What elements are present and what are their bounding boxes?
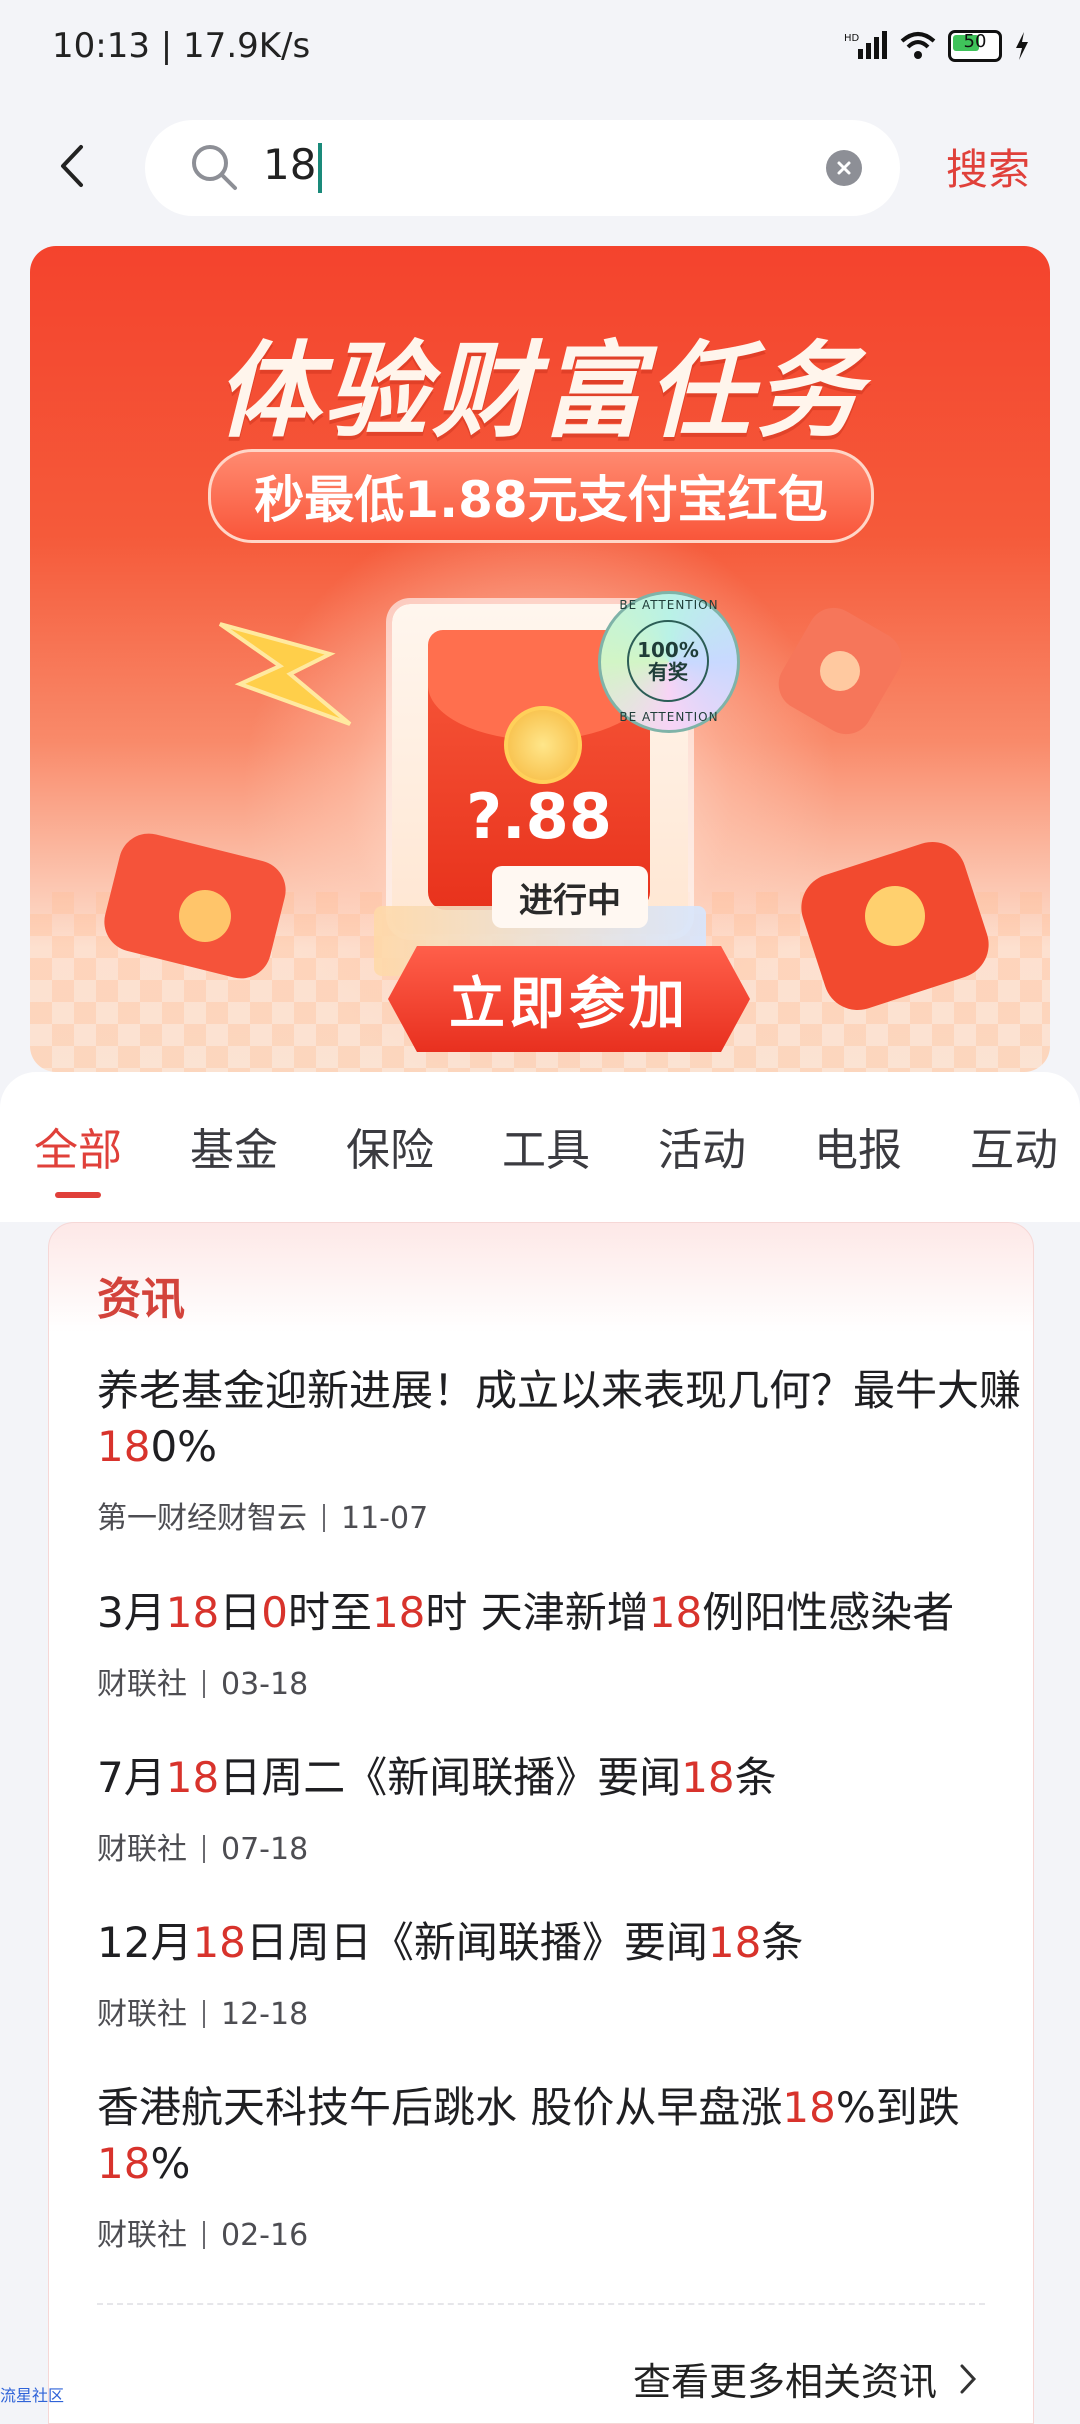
search-icon <box>192 145 237 190</box>
envelope-amount: ?.88 <box>466 780 612 853</box>
tab-activity[interactable]: 活动 <box>658 1114 746 1178</box>
prize-stamp: BE ATTENTION 100% 有奖 BE ATTENTION <box>598 591 740 733</box>
search-input[interactable]: 18 <box>145 120 900 216</box>
wifi-icon <box>900 32 936 59</box>
news-item[interactable]: 养老基金迎新进展！成立以来表现几何？最牛大赚180% 第一财经财智云 11-07 <box>97 1363 1027 1537</box>
news-title: 养老基金迎新进展！成立以来表现几何？最牛大赚180% <box>97 1366 1022 1471</box>
promo-banner[interactable]: 体验财富任务 秒最低1.88元支付宝红包 ?.88 进行中 BE ATTENTI… <box>30 246 1050 1072</box>
search-query[interactable]: 18 <box>263 140 323 193</box>
tab-active-indicator <box>55 1192 101 1198</box>
battery-icon: 50 <box>948 30 1002 62</box>
red-envelope-deco-right <box>801 842 989 1010</box>
tab-fund[interactable]: 基金 <box>190 1114 278 1178</box>
news-item[interactable]: 7月18日周二《新闻联播》要闻18条 财联社 07-18 <box>97 1750 1027 1868</box>
news-meta: 财联社 03-18 <box>97 1667 309 1702</box>
chevron-right-icon <box>960 2364 977 2393</box>
clear-icon[interactable] <box>826 150 862 186</box>
coin-icon <box>504 706 582 784</box>
news-meta: 财联社 07-18 <box>97 1832 309 1867</box>
tab-insurance[interactable]: 保险 <box>346 1114 434 1178</box>
lightning-icon <box>218 622 352 726</box>
news-card: 资讯 养老基金迎新进展！成立以来表现几何？最牛大赚180% 第一财经财智云 11-… <box>48 1222 1034 2424</box>
more-news-link[interactable]: 查看更多相关资讯 <box>633 2351 977 2406</box>
status-time: 10:13 | 17.9K/s <box>52 26 311 66</box>
svg-text:HD: HD <box>844 33 860 44</box>
category-tabs: 全部 基金 保险 工具 活动 电报 互动 <box>0 1072 1080 1222</box>
back-button[interactable] <box>40 130 104 202</box>
watermark: 流星社区 <box>0 2386 65 2405</box>
news-title: 3月18日0时至18时 天津新增18例阳性感染者 <box>97 1588 955 1637</box>
tab-interaction[interactable]: 互动 <box>970 1114 1058 1178</box>
news-item[interactable]: 12月18日周日《新闻联播》要闻18条 财联社 12-18 <box>97 1915 1027 2033</box>
chevron-left-icon <box>61 145 83 187</box>
task-status: 进行中 <box>492 866 648 928</box>
red-envelope-deco-top-right <box>778 607 902 735</box>
banner-title: 体验财富任务 <box>215 330 864 452</box>
news-meta: 财联社 02-16 <box>97 2218 309 2253</box>
news-item[interactable]: 3月18日0时至18时 天津新增18例阳性感染者 财联社 03-18 <box>97 1585 1027 1703</box>
tab-telegraph[interactable]: 电报 <box>814 1114 902 1178</box>
tab-tools[interactable]: 工具 <box>502 1114 590 1178</box>
status-bar: 10:13 | 17.9K/s HD 50 <box>0 0 1080 100</box>
red-envelope-deco-left <box>104 833 286 979</box>
news-item[interactable]: 香港航天科技午后跳水 股价从早盘涨18%到跌18% 财联社 02-16 <box>97 2080 1027 2254</box>
news-title: 12月18日周日《新闻联播》要闻18条 <box>97 1918 804 1967</box>
news-meta: 财联社 12-18 <box>97 1997 309 2032</box>
charging-icon <box>1016 32 1028 60</box>
news-title: 香港航天科技午后跳水 股价从早盘涨18%到跌18% <box>97 2083 960 2188</box>
news-meta: 第一财经财智云 11-07 <box>97 1501 429 1536</box>
signal-icon: HD <box>844 31 887 59</box>
tab-all[interactable]: 全部 <box>34 1114 122 1178</box>
banner-subtitle: 秒最低1.88元支付宝红包 <box>208 449 874 543</box>
news-title: 7月18日周二《新闻联播》要闻18条 <box>97 1753 777 1802</box>
divider <box>97 2303 985 2305</box>
search-button[interactable]: 搜索 <box>946 136 1030 197</box>
status-icons: HD 50 <box>844 30 1030 62</box>
join-now-button[interactable]: 立即参加 <box>388 946 750 1052</box>
battery-level: 50 <box>963 31 987 52</box>
news-section-title: 资讯 <box>97 1274 185 1325</box>
